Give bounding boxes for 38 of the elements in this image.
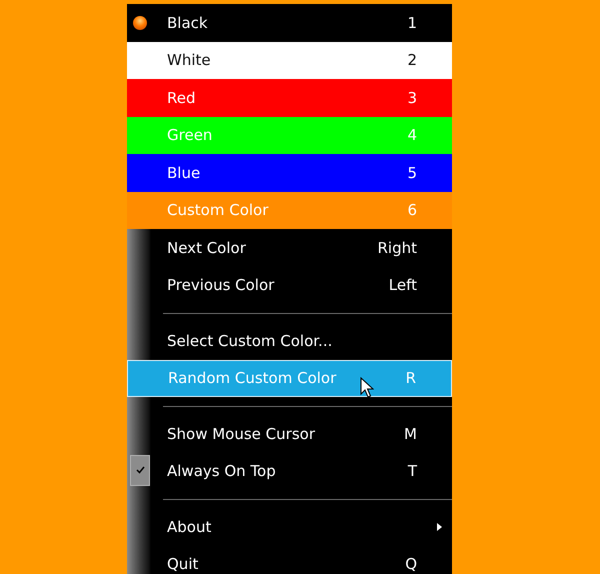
menu-item[interactable]: White 2 — [127, 42, 452, 79]
mouse-pointer-icon — [360, 376, 374, 398]
shortcut-key: Q — [405, 555, 417, 574]
menu-item-label: Red — [167, 88, 196, 107]
menu-item-label: White — [167, 51, 212, 70]
menu-item[interactable]: Quit Q — [127, 546, 452, 574]
menu-item-label: Next Color — [167, 238, 247, 257]
menu-item-label: Custom Color — [167, 201, 270, 220]
menu-item-label: About — [167, 518, 212, 536]
menu-item[interactable]: About — [127, 508, 452, 546]
menu-item-label: Blue — [167, 164, 202, 182]
shortcut-key: 4 — [407, 126, 417, 144]
shortcut-key: M — [404, 424, 417, 443]
shortcut-key: 1 — [407, 14, 417, 32]
menu-item[interactable]: Next Color Right — [127, 229, 452, 266]
shortcut-key: Left — [388, 276, 417, 294]
menu-item[interactable]: Select Custom Color... — [127, 322, 452, 360]
menu-item-label: Random Custom Color — [168, 369, 338, 388]
menu-item[interactable]: Always On Top T — [127, 452, 452, 490]
menu-item-label: Always On Top — [167, 462, 277, 480]
menu-item[interactable]: Red 3 — [127, 79, 452, 116]
menu-item[interactable]: Blue 5 — [127, 154, 452, 192]
menu-item-label: Black — [167, 14, 209, 32]
menu-item-label: Green — [167, 126, 214, 144]
shortcut-key: 5 — [407, 164, 417, 182]
menu-item[interactable]: Previous Color Left — [127, 266, 452, 304]
shortcut-key: R — [406, 369, 416, 388]
menu-item-label: Quit — [167, 555, 200, 574]
menu-item-label: Show Mouse Cursor — [167, 424, 316, 443]
shortcut-key: 3 — [407, 88, 417, 107]
menu-item[interactable]: Show Mouse Cursor M — [127, 415, 452, 452]
shortcut-key: T — [408, 462, 417, 480]
menu-item-label: Select Custom Color... — [167, 332, 334, 350]
submenu-arrow-icon — [437, 522, 442, 531]
shortcut-key: 2 — [407, 51, 417, 70]
shortcut-key: 6 — [407, 201, 417, 220]
shortcut-key: Right — [378, 238, 417, 257]
menu-item-label: Previous Color — [167, 276, 276, 294]
